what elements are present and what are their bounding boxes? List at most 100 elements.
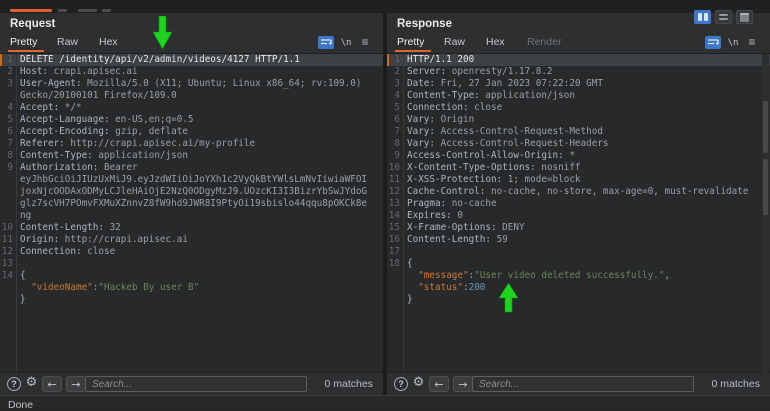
code-token: Pragma:: [407, 198, 447, 209]
code-line: joxNjcOODAxODMyLCJleHAiOjE2NzQ0ODgyMzJ9.…: [0, 186, 383, 198]
search-input[interactable]: [472, 376, 694, 392]
code-text: X-XSS-Protection: 1; mode=block: [407, 174, 581, 186]
code-token: Connection:: [407, 102, 469, 113]
wrap-text-button[interactable]: [318, 36, 334, 49]
code-token: Referer:: [20, 138, 65, 149]
code-line: 4 Content-Type: application/json: [387, 90, 770, 102]
status-text: Done: [8, 399, 34, 411]
code-line: 8 Content-Type: application/json: [0, 150, 383, 162]
request-search-bar: ? ⚙ ← → 0 matches: [0, 372, 383, 396]
code-token: http://crapi.apisec.ai/my-profile: [64, 138, 256, 149]
next-match-button[interactable]: →: [453, 376, 473, 392]
next-match-button[interactable]: →: [66, 376, 86, 392]
line-number: [0, 198, 13, 210]
columns-view-icon: [697, 13, 702, 21]
scrollbar[interactable]: [762, 54, 769, 373]
code-line: 13 Pragma: no-cache: [387, 198, 770, 210]
tab-hex[interactable]: Hex: [99, 36, 118, 48]
tab-pretty[interactable]: Pretty: [397, 36, 424, 48]
show-newlines-button[interactable]: \n: [726, 37, 740, 49]
help-icon[interactable]: ?: [394, 377, 408, 391]
editor-menu-button[interactable]: ≡: [745, 35, 759, 49]
code-token: X-Content-Type-Options:: [407, 162, 536, 173]
code-text: "status":200: [407, 282, 485, 294]
request-panel: Request Pretty Raw Hex \n ≡ 1 DELETE /ide…: [0, 13, 383, 396]
code-text: Cache-Control: no-cache, no-store, max-a…: [407, 186, 748, 198]
code-token: close: [468, 102, 503, 113]
code-token: openresty/1.17.8.2: [446, 66, 553, 77]
gutter-divider: [16, 54, 17, 373]
previous-match-button[interactable]: ←: [42, 376, 62, 392]
tab-raw[interactable]: Raw: [444, 36, 465, 48]
code-token: Expires:: [407, 210, 452, 221]
code-line: ng: [0, 210, 383, 222]
line-number: 2: [7, 66, 13, 77]
line-number: [0, 174, 13, 186]
code-text: ng: [20, 210, 31, 222]
show-newlines-button[interactable]: \n: [339, 37, 353, 49]
code-token: Connection:: [20, 246, 82, 257]
code-line: 1 HTTP/1.1 200: [387, 54, 770, 66]
caret-line-marker: [0, 54, 2, 66]
tab-hex[interactable]: Hex: [486, 36, 505, 48]
tab-bar-partial[interactable]: [0, 0, 770, 14]
code-token: Cache-Control:: [407, 186, 486, 197]
code-text: Access-Control-Allow-Origin: *: [407, 150, 575, 162]
scrollbar-thumb[interactable]: [763, 101, 768, 153]
wrap-text-icon: [705, 36, 721, 49]
tab-pretty[interactable]: Pretty: [10, 36, 37, 48]
annotation-arrow-up: [499, 283, 519, 313]
rows-view-icon: [719, 14, 728, 20]
previous-match-button[interactable]: ←: [429, 376, 449, 392]
code-text: Server: openresty/1.17.8.2: [407, 66, 553, 78]
code-line: 3 Date: Fri, 27 Jan 2023 07:22:20 GMT: [387, 78, 770, 90]
code-line: 12 Cache-Control: no-cache, no-store, max…: [387, 186, 770, 198]
code-line: 2 Host: crapi.apisec.ai: [0, 66, 383, 78]
wrap-text-button[interactable]: [705, 36, 721, 49]
line-number: 4: [7, 102, 13, 113]
code-line: 7 Referer: http://crapi.apisec.ai/my-prof…: [0, 138, 383, 150]
code-text: Vary: Access-Control-Request-Method: [407, 126, 603, 138]
tab-indicator: [102, 9, 111, 12]
tab-indicator: [58, 9, 67, 12]
search-input[interactable]: [85, 376, 307, 392]
editor-menu-button[interactable]: ≡: [358, 35, 372, 49]
code-token: http://crapi.apisec.ai: [59, 234, 188, 245]
code-text: User-Agent: Mozilla/5.0 (X11; Ubuntu; Li…: [20, 78, 361, 90]
request-editor[interactable]: 1 DELETE /identity/api/v2/admin/videos/41…: [0, 53, 383, 373]
line-number: 4: [394, 90, 400, 101]
code-token: Origin: [435, 114, 475, 125]
response-editor[interactable]: 1 HTTP/1.1 200 2 Server: openresty/1.17.8.2…: [387, 53, 770, 373]
code-token: en-US,en;q=0.5: [109, 114, 194, 125]
match-count: 0 matches: [711, 378, 760, 390]
line-number: 7: [7, 138, 13, 149]
layout-single-button[interactable]: [736, 10, 753, 24]
layout-columns-button[interactable]: [694, 10, 711, 24]
line-number: [0, 282, 13, 294]
tab-raw[interactable]: Raw: [57, 36, 78, 48]
code-token: "message": [418, 270, 469, 281]
code-line: 18 {: [387, 258, 770, 270]
line-number: 8: [7, 150, 13, 161]
code-text: {: [20, 270, 26, 282]
line-number: 18: [388, 258, 400, 269]
code-token: }: [407, 294, 413, 305]
code-token: crapi.apisec.ai: [48, 66, 138, 77]
line-number: 6: [394, 114, 400, 125]
scrollbar-thumb[interactable]: [763, 159, 768, 215]
gear-icon[interactable]: ⚙: [24, 375, 39, 391]
columns-view-icon: [703, 13, 708, 21]
code-line: "status":200: [387, 282, 770, 294]
code-token: Access-Control-Request-Headers: [435, 138, 609, 149]
code-token: joxNjcOODAxODMyLCJleHAiOjE2NzQ0ODgyMzJ9.…: [20, 186, 368, 197]
gear-icon[interactable]: ⚙: [411, 375, 426, 391]
layout-rows-button[interactable]: [715, 10, 732, 24]
help-icon[interactable]: ?: [7, 377, 21, 391]
code-token: no-cache, no-store, max-age=0, must-reva…: [485, 186, 749, 197]
line-number: 5: [7, 114, 13, 125]
code-line: 8 Vary: Access-Control-Request-Headers: [387, 138, 770, 150]
line-number: 2: [394, 66, 400, 77]
code-line: }: [387, 294, 770, 306]
